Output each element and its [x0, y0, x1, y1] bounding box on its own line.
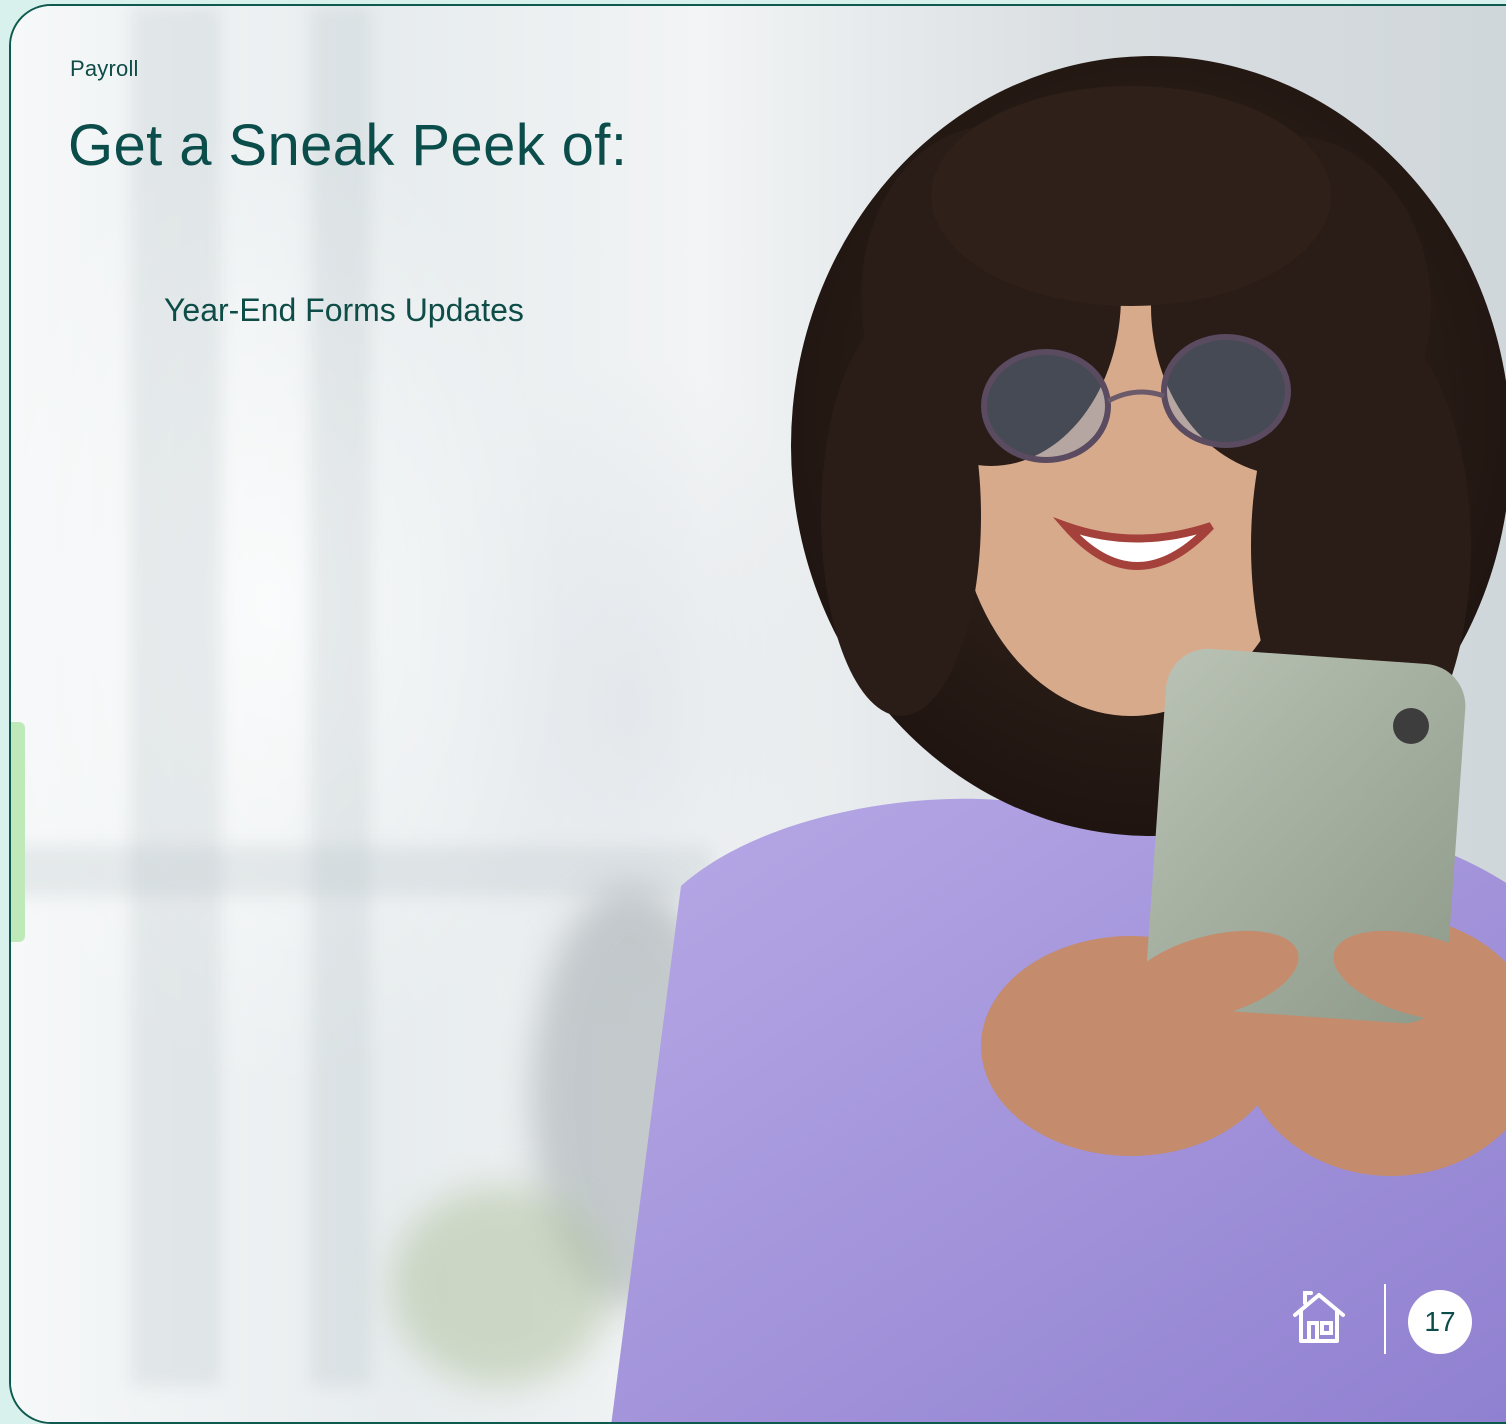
- slide-title: Get a Sneak Peek of:: [68, 113, 628, 178]
- background-building-column: [131, 6, 221, 1386]
- agenda-item[interactable]: Year-End Forms Updates: [164, 292, 524, 329]
- section-label: Payroll: [70, 56, 139, 81]
- home-icon-graphic: [1293, 1291, 1345, 1343]
- accent-tab: [11, 722, 25, 942]
- person-with-phone-photo: [611, 56, 1506, 1422]
- footer-divider: [1384, 1284, 1386, 1354]
- background-building-column: [311, 6, 371, 1386]
- page-number-badge: 17: [1408, 1290, 1472, 1354]
- home-icon[interactable]: [1284, 1282, 1354, 1352]
- slide-frame: [9, 4, 1506, 1424]
